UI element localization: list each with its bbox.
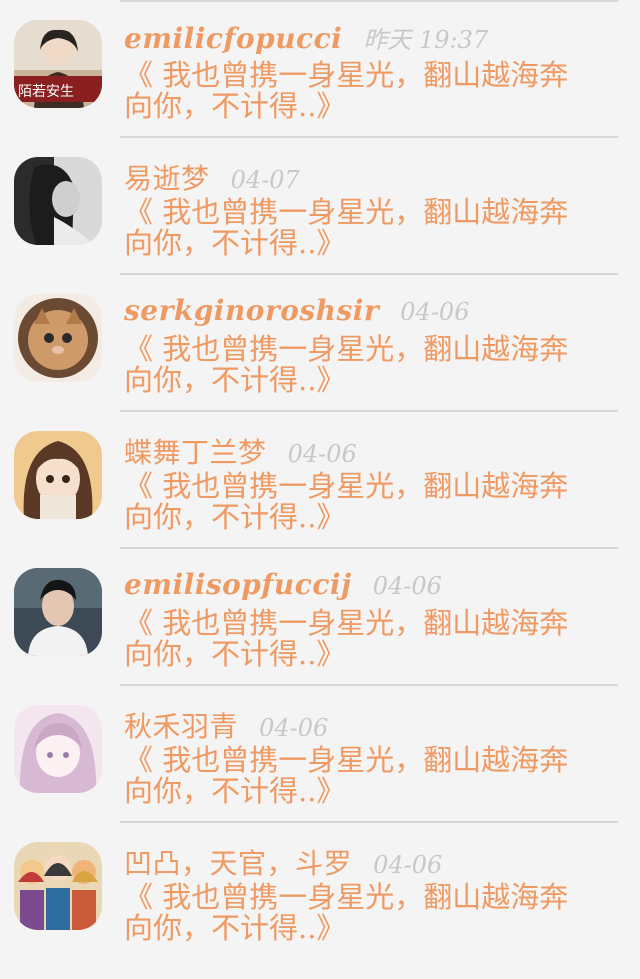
timestamp: 04-06	[259, 714, 329, 742]
divider	[120, 547, 618, 549]
chat-item[interactable]: 蝶舞丁兰梦 04-06 《 我也曾携一身星光，翻山越海奔向你，不计得..》	[0, 431, 640, 568]
message-preview: 《 我也曾携一身星光，翻山越海奔向你，不计得..》	[124, 332, 569, 397]
timestamp: 04-06	[372, 572, 442, 600]
chat-list: 陌若安生 emilicfopucci 昨天 19:37 《 我也曾携一身星光，翻…	[0, 0, 640, 955]
chat-item[interactable]: 陌若安生 emilicfopucci 昨天 19:37 《 我也曾携一身星光，翻…	[0, 20, 640, 157]
timestamp: 04-07	[230, 166, 300, 194]
avatar-anime-girl-icon	[14, 431, 102, 519]
svg-text:陌若安生: 陌若安生	[18, 84, 74, 100]
message-preview: 《 我也曾携一身星光，翻山越海奔向你，不计得..》	[124, 743, 569, 808]
timestamp: 04-06	[400, 298, 470, 326]
chat-item-header: 秋禾羽青 04-06	[124, 705, 328, 745]
chat-item-header: 易逝梦 04-07	[124, 157, 300, 197]
message-preview: 《 我也曾携一身星光，翻山越海奔向你，不计得..》	[124, 58, 569, 123]
message-preview: 《 我也曾携一身星光，翻山越海奔向你，不计得..》	[124, 195, 569, 260]
avatar[interactable]	[14, 842, 102, 930]
timestamp: 昨天 19:37	[363, 26, 489, 54]
divider	[120, 684, 618, 686]
avatar[interactable]	[14, 568, 102, 656]
message-preview: 《 我也曾携一身星光，翻山越海奔向你，不计得..》	[124, 880, 569, 945]
sender-name: emilisopfuccij	[124, 568, 352, 601]
divider	[120, 136, 618, 138]
sender-name: 凹凸，天官，斗罗	[124, 847, 353, 880]
divider	[120, 821, 618, 823]
avatar-cat-icon	[14, 294, 102, 382]
sender-name: 蝶舞丁兰梦	[124, 436, 267, 469]
chat-item[interactable]: 凹凸，天官，斗罗 04-06 《 我也曾携一身星光，翻山越海奔向你，不计得..》	[0, 842, 640, 979]
message-preview: 《 我也曾携一身星光，翻山越海奔向你，不计得..》	[124, 606, 569, 671]
divider	[120, 273, 618, 275]
chat-item-header: emilicfopucci 昨天 19:37	[124, 20, 488, 60]
chat-item[interactable]: 易逝梦 04-07 《 我也曾携一身星光，翻山越海奔向你，不计得..》	[0, 157, 640, 294]
chat-item[interactable]: emilisopfuccij 04-06 《 我也曾携一身星光，翻山越海奔向你，…	[0, 568, 640, 705]
avatar-pink-anime-icon	[14, 705, 102, 793]
avatar[interactable]: 陌若安生	[14, 20, 102, 108]
avatar[interactable]	[14, 294, 102, 382]
sender-name: emilicfopucci	[124, 22, 343, 55]
avatar-girl-sign-icon: 陌若安生	[14, 20, 102, 108]
message-preview: 《 我也曾携一身星光，翻山越海奔向你，不计得..》	[124, 469, 569, 534]
avatar-bw-girl-icon	[14, 157, 102, 245]
avatar-group-anime-icon	[14, 842, 102, 930]
chat-item[interactable]: 秋禾羽青 04-06 《 我也曾携一身星光，翻山越海奔向你，不计得..》	[0, 705, 640, 842]
timestamp: 04-06	[287, 440, 357, 468]
chat-item-header: 凹凸，天官，斗罗 04-06	[124, 842, 442, 882]
sender-name: 易逝梦	[124, 162, 210, 195]
chat-item-header: emilisopfuccij 04-06	[124, 568, 442, 608]
sender-name: serkginoroshsir	[124, 294, 380, 327]
sender-name: 秋禾羽青	[124, 710, 239, 743]
avatar[interactable]	[14, 705, 102, 793]
chat-item-header: serkginoroshsir 04-06	[124, 294, 469, 334]
avatar[interactable]	[14, 431, 102, 519]
avatar[interactable]	[14, 157, 102, 245]
chat-item[interactable]: serkginoroshsir 04-06 《 我也曾携一身星光，翻山越海奔向你…	[0, 294, 640, 431]
avatar-boy-icon	[14, 568, 102, 656]
divider	[120, 410, 618, 412]
top-divider	[120, 0, 618, 2]
chat-item-header: 蝶舞丁兰梦 04-06	[124, 431, 357, 471]
timestamp: 04-06	[373, 851, 443, 879]
